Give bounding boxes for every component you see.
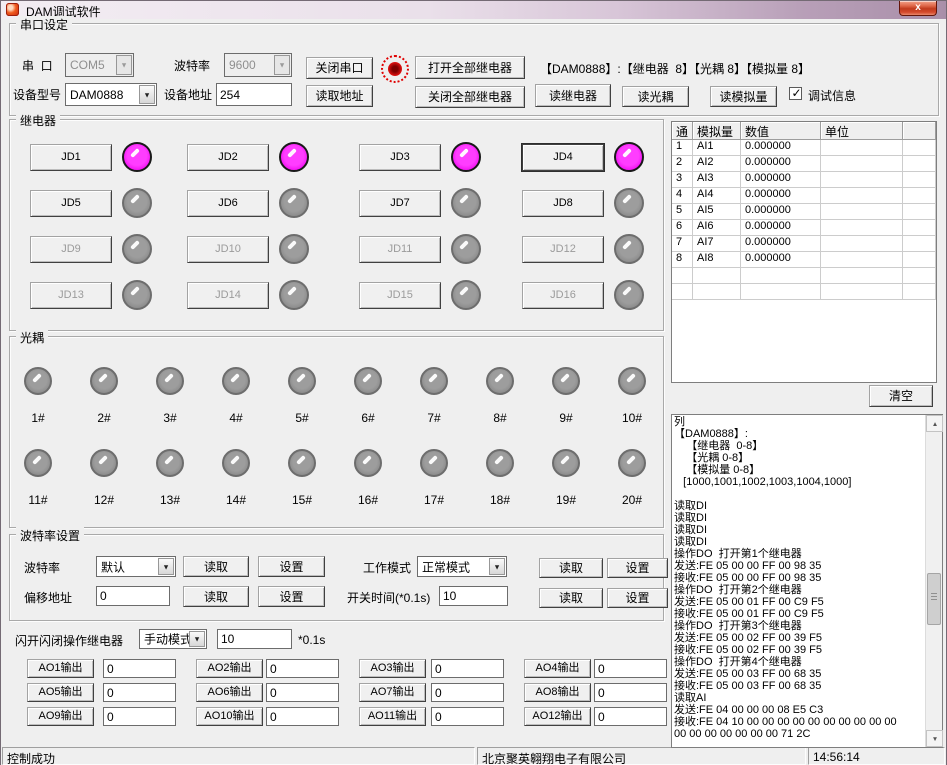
- ao-value-2[interactable]: [266, 659, 339, 678]
- ao-button-7[interactable]: AO7输出: [359, 683, 426, 702]
- ao-button-8[interactable]: AO8输出: [524, 683, 591, 702]
- ao-button-2[interactable]: AO2输出: [196, 659, 263, 678]
- ao-button-9[interactable]: AO9输出: [27, 707, 94, 726]
- ao-button-4[interactable]: AO4输出: [524, 659, 591, 678]
- ao-value-3[interactable]: [431, 659, 504, 678]
- status-message: 控制成功: [2, 747, 475, 765]
- ao-button-12[interactable]: AO12输出: [524, 707, 591, 726]
- log-scrollbar[interactable]: [925, 415, 942, 747]
- app-icon: [6, 3, 19, 16]
- ao-button-1[interactable]: AO1输出: [27, 659, 94, 678]
- scroll-down-icon[interactable]: [926, 730, 943, 747]
- scrollbar-thumb[interactable]: [927, 573, 941, 625]
- ao-value-4[interactable]: [594, 659, 667, 678]
- ao-value-8[interactable]: [594, 683, 667, 702]
- title-bar: DAM调试软件 x: [1, 1, 946, 19]
- ao-value-10[interactable]: [266, 707, 339, 726]
- ao-button-3[interactable]: AO3输出: [359, 659, 426, 678]
- client-area: 串口设定 串 口 COM5 波特率 9600 关闭串口 打开全部继电器 【DAM…: [1, 19, 946, 764]
- ao-button-5[interactable]: AO5输出: [27, 683, 94, 702]
- ao-button-6[interactable]: AO6输出: [196, 683, 263, 702]
- status-company: 北京聚英翱翔电子有限公司: [477, 747, 806, 765]
- status-bar: 控制成功 北京聚英翱翔电子有限公司 14:56:14: [1, 746, 946, 765]
- log-panel[interactable]: 列 【DAM0888】: 【继电器 0-8】 【光耦 0-8】 【模拟量 0-8…: [671, 414, 943, 748]
- ao-value-12[interactable]: [594, 707, 667, 726]
- ao-value-6[interactable]: [266, 683, 339, 702]
- scroll-up-icon[interactable]: [926, 415, 943, 432]
- ao-value-11[interactable]: [431, 707, 504, 726]
- ao-value-1[interactable]: [103, 659, 176, 678]
- ao-value-5[interactable]: [103, 683, 176, 702]
- close-icon[interactable]: x: [899, 1, 937, 16]
- log-text[interactable]: 列 【DAM0888】: 【继电器 0-8】 【光耦 0-8】 【模拟量 0-8…: [674, 416, 923, 746]
- ao-button-10[interactable]: AO10输出: [196, 707, 263, 726]
- ao-button-11[interactable]: AO11输出: [359, 707, 426, 726]
- status-time: 14:56:14: [808, 747, 945, 765]
- app-window: DAM调试软件 x 串口设定 串 口 COM5 波特率 9600 关闭串口 打开…: [0, 0, 947, 765]
- ao-value-7[interactable]: [431, 683, 504, 702]
- ao-value-9[interactable]: [103, 707, 176, 726]
